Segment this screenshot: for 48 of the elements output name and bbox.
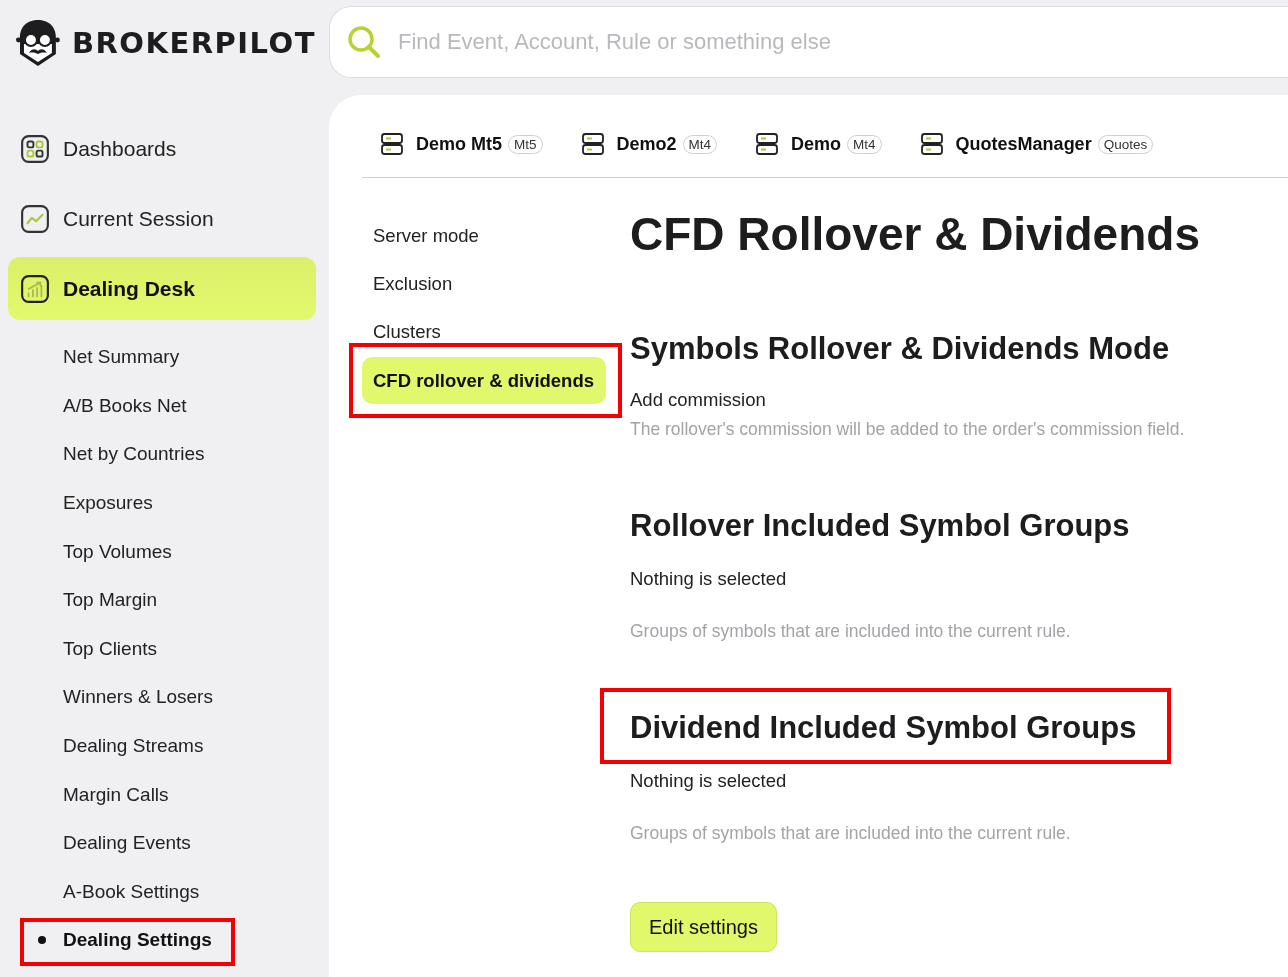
selection-value: Nothing is selected	[630, 769, 788, 793]
description-text: The rollover's commission will be added to the order's commission field.	[630, 418, 1186, 441]
submenu-item[interactable]: Top Margin	[8, 575, 316, 625]
section-heading: Symbols Rollover & Dividends Mode	[630, 330, 1170, 368]
nav-item[interactable]: Dashboards	[8, 117, 316, 180]
settings-menu-item[interactable]: Clusters	[362, 308, 630, 356]
submenu-item[interactable]: Net Summary	[8, 333, 316, 382]
submenu-item[interactable]: Net by Countries	[8, 430, 316, 479]
brand-name: BROKERPILOT	[71, 26, 316, 60]
mascot-logo-icon	[16, 18, 60, 68]
settings-menu-item[interactable]: Exclusion	[362, 260, 630, 308]
submenu-item[interactable]: A-Book Settings	[8, 867, 316, 917]
description-text: Groups of symbols that are included into the current rule.	[630, 620, 1072, 643]
server-icon	[755, 132, 780, 156]
line-chart-icon	[20, 203, 50, 234]
nav-item[interactable]: Current Session	[8, 187, 316, 250]
nav-item[interactable]: Dealing Desk	[8, 257, 316, 320]
server-tab[interactable]: Demo2 Mt4	[580, 132, 718, 156]
search-field[interactable]: Find Event, Account, Rule or something else	[329, 6, 1288, 78]
submenu-item[interactable]: Top Volumes	[8, 527, 316, 576]
server-icon	[919, 132, 944, 156]
bar-chart-icon	[20, 273, 50, 304]
submenu-item[interactable]: Exposures	[8, 478, 316, 528]
bullet-icon	[38, 936, 46, 945]
submenu-item[interactable]: Dealing Settings	[8, 916, 316, 965]
option-label: Add commission	[630, 388, 767, 412]
submenu-item[interactable]: Margin Calls	[8, 770, 316, 819]
server-tab[interactable]: Demo Mt5 Mt5	[380, 132, 543, 156]
section-heading: Rollover Included Symbol Groups	[630, 507, 1130, 545]
description-text: Groups of symbols that are included into the current rule.	[630, 822, 1072, 845]
search-input[interactable]: Find Event, Account, Rule or something else	[396, 28, 1288, 56]
server-icon	[580, 132, 605, 156]
settings-menu-item[interactable]: CFD rollover & dividends	[362, 357, 606, 404]
submenu-item[interactable]: A/B Books Net	[8, 381, 316, 431]
submenu-item[interactable]: Dealing Events	[8, 818, 316, 868]
search-icon	[346, 24, 382, 60]
server-tab[interactable]: Demo Mt4	[755, 132, 882, 156]
submenu-item[interactable]: Dealing Streams	[8, 721, 316, 771]
edit-settings-button[interactable]: Edit settings	[630, 902, 777, 952]
section-heading: Dividend Included Symbol Groups	[600, 688, 1172, 764]
page-title: CFD Rollover & Dividends	[630, 207, 1201, 262]
server-icon	[380, 132, 404, 156]
grid-icon	[20, 133, 50, 164]
submenu-item[interactable]: Winners & Losers	[8, 673, 316, 722]
server-tab[interactable]: QuotesManager Quotes	[919, 132, 1154, 156]
settings-menu-item[interactable]: Server mode	[362, 212, 630, 260]
submenu-item[interactable]: Top Clients	[8, 624, 316, 674]
selection-value: Nothing is selected	[630, 567, 788, 591]
